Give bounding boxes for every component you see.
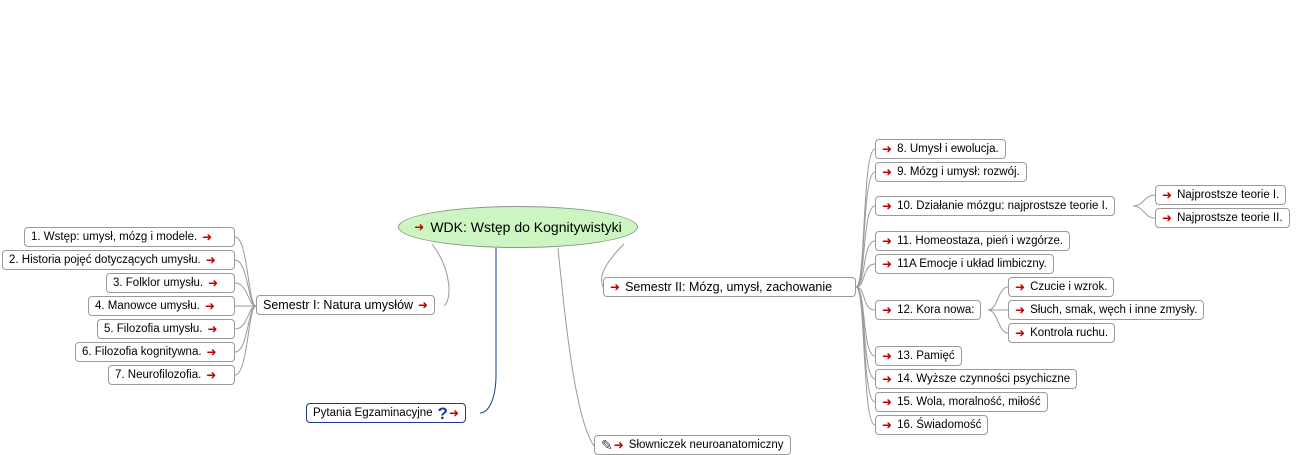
subtopic-label: Najprostsze teorie II. [1177, 212, 1283, 224]
topic-node-10[interactable]: ➜ 10. Działanie mózgu: najprostsze teori… [875, 196, 1116, 216]
topic-label: 13. Pamięć [897, 350, 955, 362]
topic-node-14[interactable]: ➜ 14. Wyższe czynności psychiczne [875, 369, 1078, 389]
link-arrow-icon: ➜ [613, 438, 624, 452]
topic-label: 15. Wola, moralność, miłość [897, 396, 1041, 408]
topic-label: 5. Filozofia umysłu. [104, 323, 203, 335]
topic-label: 11A Emocje i układ limbiczny. [897, 258, 1047, 270]
link-arrow-icon: ➜ [418, 298, 429, 312]
link-arrow-icon: ➜ [1162, 188, 1173, 202]
topic-node-9[interactable]: ➜ 9. Mózg i umysł: rozwój. [875, 162, 1027, 182]
topic-node-7[interactable]: 7. Neurofilozofia. ➜ [108, 365, 235, 385]
slowniczek-label: Słowniczek neuroanatomiczny [628, 439, 784, 451]
topic-node-1[interactable]: 1. Wstęp: umysł, mózg i modele. ➜ [24, 227, 235, 247]
root-node[interactable]: ➜ WDK: Wstęp do Kognitywistyki [398, 206, 638, 248]
topic-label: 4. Manowce umysłu. [95, 300, 200, 312]
link-arrow-icon: ➜ [882, 199, 893, 213]
subtopic-label: Czucie i wzrok. [1030, 281, 1108, 293]
link-arrow-icon: ➜ [205, 253, 216, 267]
link-arrow-icon: ➜ [882, 303, 893, 317]
subtopic-node-10b[interactable]: ➜ Najprostsze teorie II. [1155, 208, 1290, 228]
subtopic-node-12b[interactable]: ➜ Słuch, smak, węch i inne zmysły. [1008, 300, 1205, 320]
subtopic-label: Najprostsze teorie I. [1177, 189, 1280, 201]
topic-label: 14. Wyższe czynności psychiczne [897, 373, 1071, 385]
branch-label: Semestr I: Natura umysłów [263, 298, 414, 312]
topic-node-6[interactable]: 6. Filozofia kognitywna. ➜ [75, 342, 235, 362]
topic-node-12[interactable]: ➜ 12. Kora nowa: [875, 300, 982, 320]
link-arrow-icon: ➜ [1015, 280, 1026, 294]
link-arrow-icon: ➜ [882, 372, 893, 386]
topic-label: 1. Wstęp: umysł, mózg i modele. [31, 231, 198, 243]
topic-node-15[interactable]: ➜ 15. Wola, moralność, miłość [875, 392, 1048, 412]
topic-label: 3. Folklor umysłu. [113, 277, 204, 289]
link-arrow-icon: ➜ [882, 418, 893, 432]
link-arrow-icon: ➜ [610, 280, 621, 294]
link-arrow-icon: ➜ [414, 220, 425, 234]
topic-node-11[interactable]: ➜ 11. Homeostaza, pień i wzgórze. [875, 231, 1071, 251]
topic-label: 16. Świadomość [897, 419, 982, 431]
topic-node-5[interactable]: 5. Filozofia umysłu. ➜ [97, 319, 235, 339]
topic-node-16[interactable]: ➜ 16. Świadomość [875, 415, 989, 435]
subtopic-label: Kontrola ruchu. [1030, 327, 1109, 339]
link-arrow-icon: ➜ [206, 345, 217, 359]
question-icon: ? [437, 403, 448, 423]
topic-label: 2. Historia pojęć dotyczących umysłu. [9, 254, 201, 266]
branch-semestr-1[interactable]: Semestr I: Natura umysłów ➜ [256, 295, 436, 315]
topic-label: 7. Neurofilozofia. [115, 369, 202, 381]
link-arrow-icon: ➜ [207, 322, 218, 336]
link-arrow-icon: ➜ [882, 234, 893, 248]
topic-label: 9. Mózg i umysł: rozwój. [897, 166, 1020, 178]
link-arrow-icon: ➜ [208, 276, 219, 290]
subtopic-node-12a[interactable]: ➜ Czucie i wzrok. [1008, 277, 1115, 297]
link-arrow-icon: ➜ [204, 299, 215, 313]
subtopic-node-10a[interactable]: ➜ Najprostsze teorie I. [1155, 185, 1287, 205]
pytania-label: Pytania Egzaminacyjne [313, 407, 433, 419]
link-arrow-icon: ➜ [1015, 303, 1026, 317]
link-arrow-icon: ➜ [882, 165, 893, 179]
branch-label: Semestr II: Mózg, umysł, zachowanie [625, 280, 833, 294]
topic-node-8[interactable]: ➜ 8. Umysł i ewolucja. [875, 139, 1006, 159]
topic-label: 11. Homeostaza, pień i wzgórze. [897, 235, 1064, 247]
link-arrow-icon: ➜ [882, 395, 893, 409]
link-arrow-icon: ➜ [882, 349, 893, 363]
subtopic-label: Słuch, smak, węch i inne zmysły. [1030, 304, 1198, 316]
topic-label: 8. Umysł i ewolucja. [897, 143, 999, 155]
topic-node-4[interactable]: 4. Manowce umysłu. ➜ [88, 296, 235, 316]
topic-label: 6. Filozofia kognitywna. [82, 346, 202, 358]
link-arrow-icon: ➜ [1015, 326, 1026, 340]
topic-node-13[interactable]: ➜ 13. Pamięć [875, 346, 962, 366]
topic-node-2[interactable]: 2. Historia pojęć dotyczących umysłu. ➜ [2, 250, 235, 270]
document-icon: ✎ [601, 437, 613, 453]
topic-label: 10. Działanie mózgu: najprostsze teorie … [897, 200, 1109, 212]
slowniczek-node[interactable]: ✎ ➜ Słowniczek neuroanatomiczny [594, 435, 791, 455]
branch-semestr-2[interactable]: ➜ Semestr II: Mózg, umysł, zachowanie [603, 277, 856, 297]
topic-label: 12. Kora nowa: [897, 304, 975, 316]
link-arrow-icon: ➜ [202, 230, 213, 244]
link-arrow-icon: ➜ [1162, 211, 1173, 225]
link-arrow-icon: ➜ [882, 257, 893, 271]
link-arrow-icon: ➜ [206, 368, 217, 382]
root-label: WDK: Wstęp do Kognitywistyki [430, 219, 622, 235]
link-arrow-icon: ➜ [448, 406, 459, 420]
link-arrow-icon: ➜ [882, 142, 893, 156]
topic-node-3[interactable]: 3. Folklor umysłu. ➜ [106, 273, 235, 293]
topic-node-11a[interactable]: ➜ 11A Emocje i układ limbiczny. [875, 254, 1054, 274]
subtopic-node-12c[interactable]: ➜ Kontrola ruchu. [1008, 323, 1116, 343]
pytania-node[interactable]: Pytania Egzaminacyjne ? ➜ [306, 403, 466, 423]
